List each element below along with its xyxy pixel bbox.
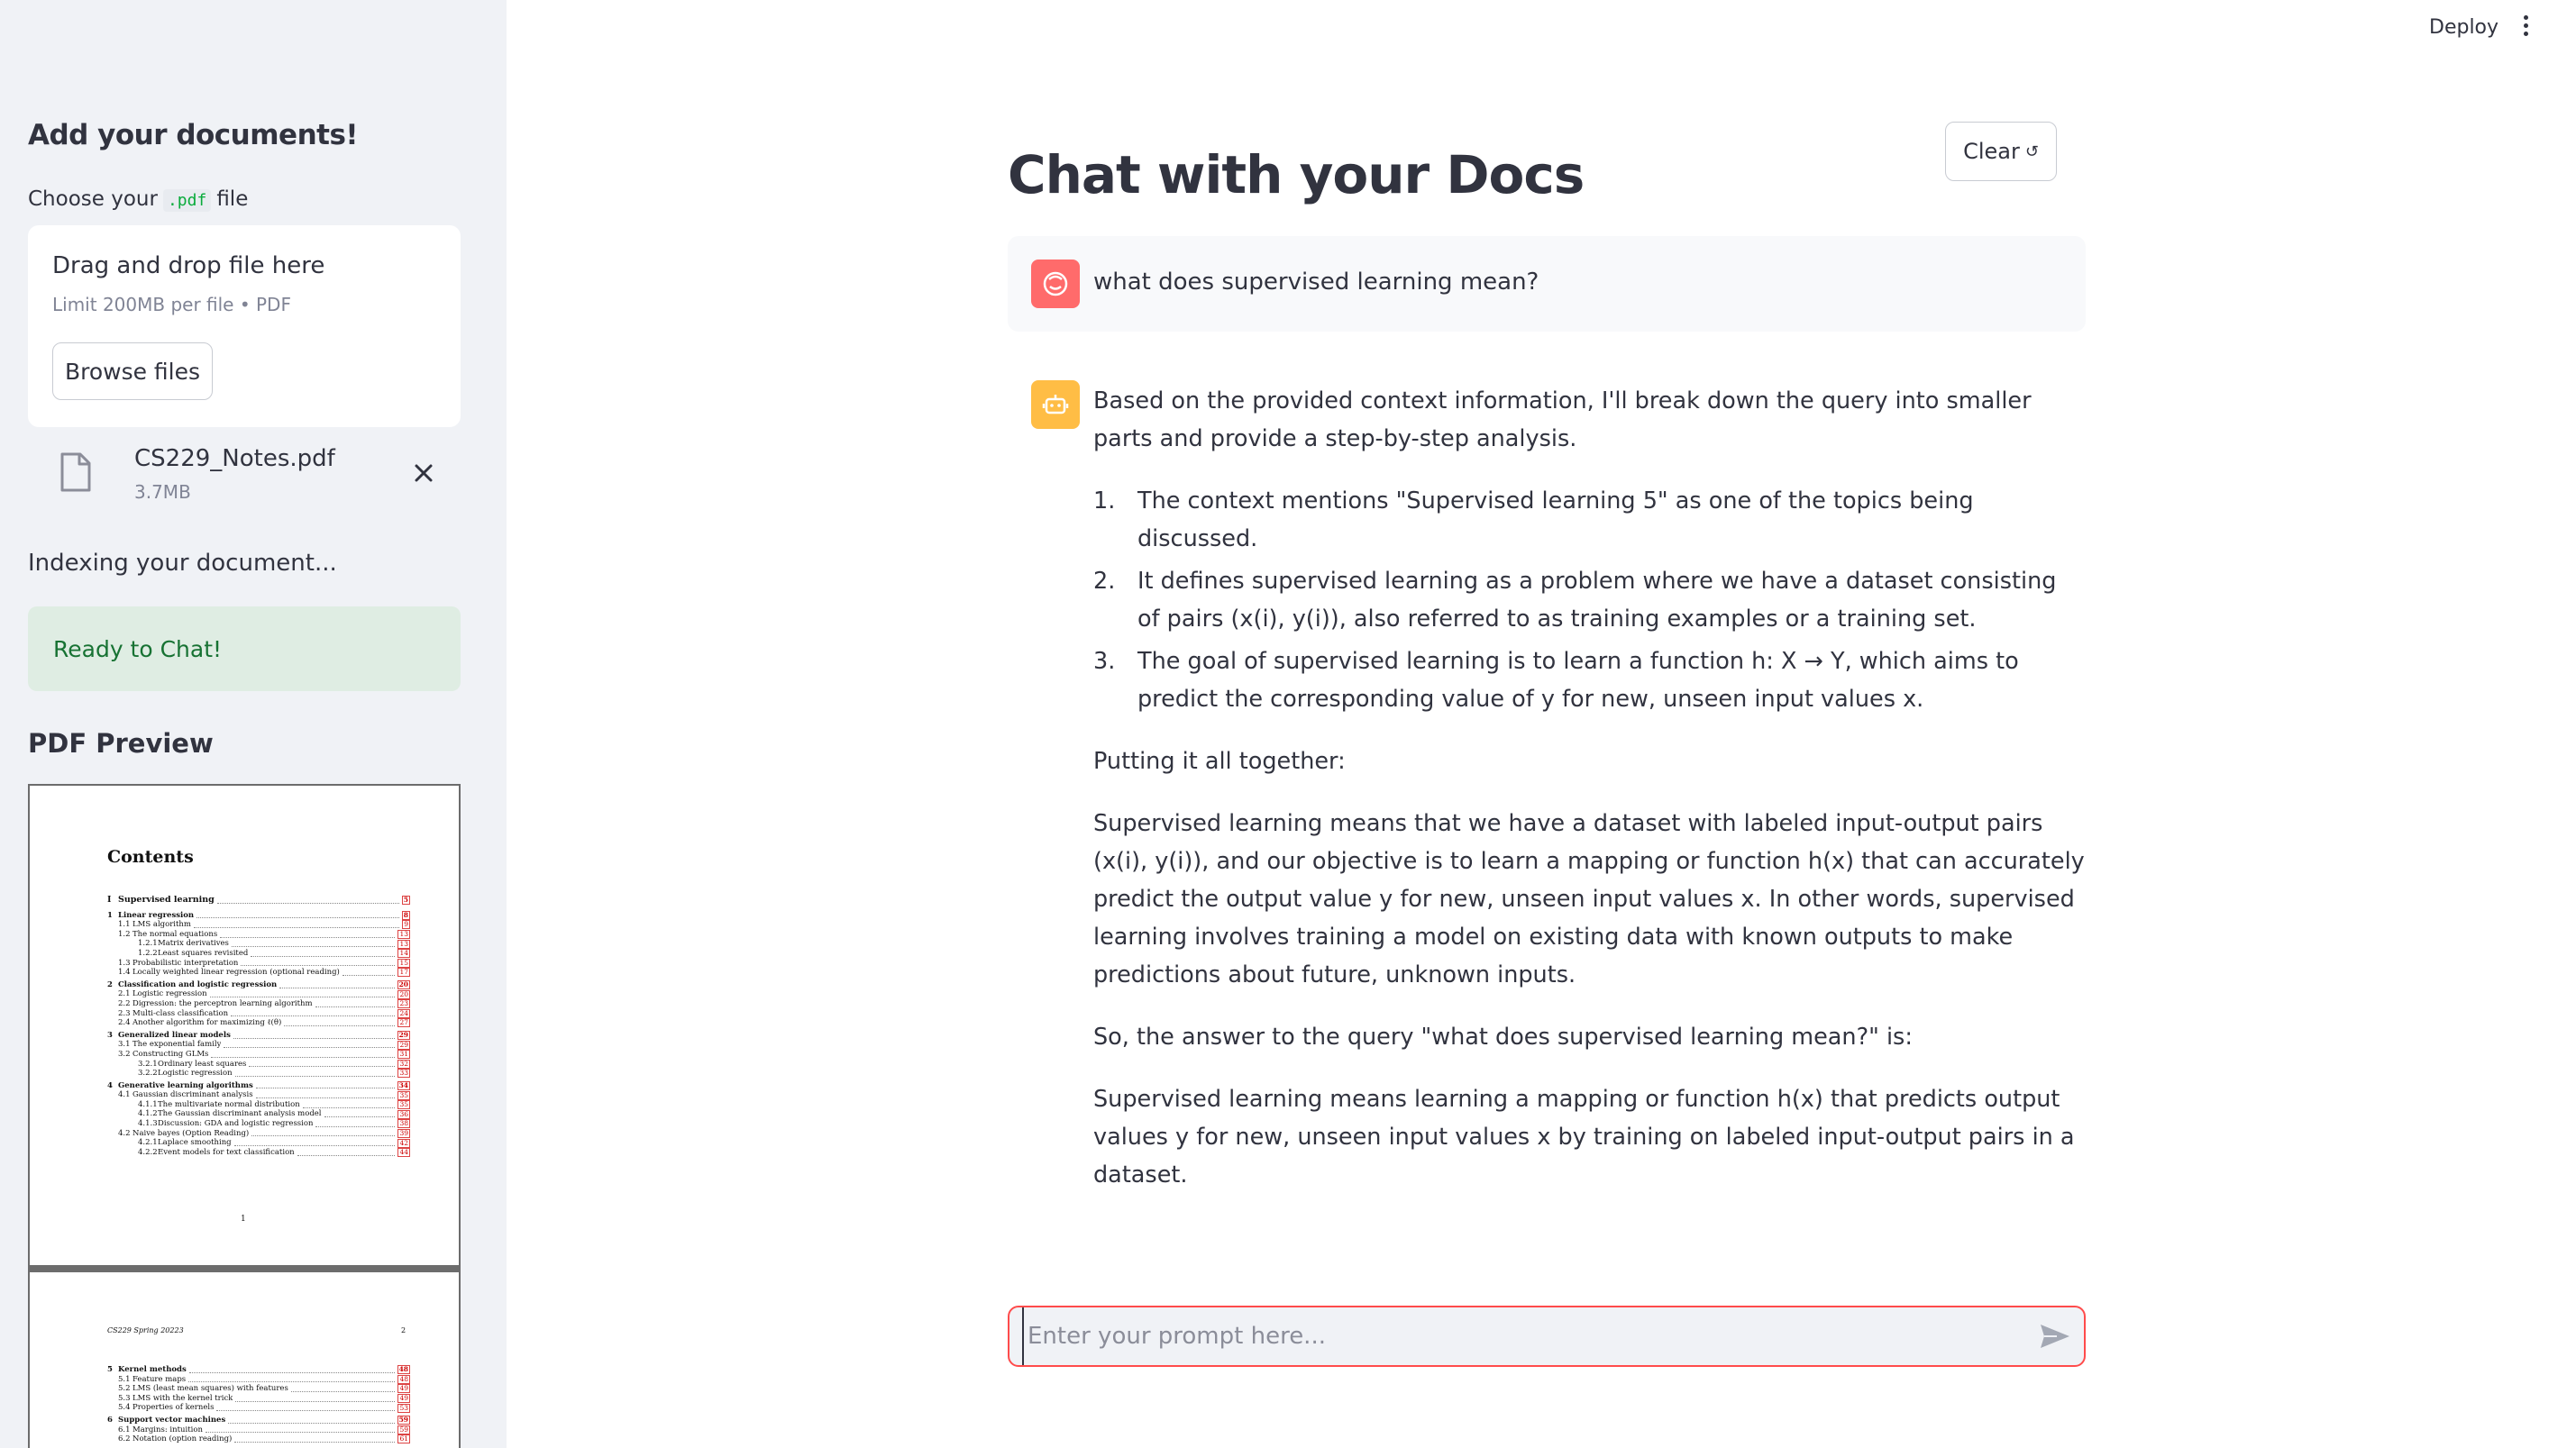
toc-entry: 1.1 LMS algorithm 9	[118, 920, 410, 930]
toc-entry: 6.1 Margins: intuition 59	[118, 1425, 410, 1434]
toc-entry: 3 Generalized linear models 29	[107, 1030, 410, 1041]
toc-entry: 5.3 LMS with the kernel trick 49	[118, 1393, 410, 1404]
uploaded-file-row: CS229_Notes.pdf 3.7MB	[28, 442, 461, 514]
toc-entry: I Supervised learning 5	[107, 895, 410, 906]
toc-entry: 1.4 Locally weighted linear regression (o…	[118, 968, 410, 978]
user-message: what does supervised learning mean?	[1008, 236, 2086, 332]
toc-entry: 2 Classification and logistic regression 2…	[107, 979, 410, 990]
ready-alert: Ready to Chat!	[28, 606, 461, 691]
toc-entry: 2.2 Digression: the perceptron learning a…	[118, 998, 410, 1009]
toc-entry: 4.1.1 The multivariate normal distributio…	[138, 1099, 410, 1110]
toc-entry: 2.1 Logistic regression 20	[118, 989, 410, 999]
indexing-status: Indexing your document...	[28, 550, 337, 577]
list-item: 3. The goal of supervised learning is to …	[1093, 648, 2019, 713]
send-icon[interactable]	[2039, 1322, 2071, 1351]
pdf-contents-heading: Contents	[107, 847, 194, 867]
file-dropzone[interactable]: Drag and drop file here Limit 200MB per …	[28, 225, 461, 427]
chat-input-container	[1008, 1306, 2086, 1367]
file-extension-code: .pdf	[162, 189, 212, 212]
close-icon[interactable]	[410, 460, 437, 487]
clear-label: Clear	[1963, 139, 2020, 164]
toc-entry: 4.2 Naive bayes (Option Reading) 39	[118, 1128, 410, 1138]
assistant-steps-list: 1. The context mentions "Supervised learn…	[1093, 482, 2085, 718]
toc-entry: 1.3 Probabilistic interpretation 15	[118, 958, 410, 968]
toc-entry: 6 Support vector machines 59	[107, 1415, 410, 1425]
assistant-message: Based on the provided context informatio…	[1093, 382, 2085, 1218]
assistant-paragraph: So, the answer to the query "what does s…	[1093, 1024, 1913, 1051]
toc-entry: 3.2.2 Logistic regression 33	[138, 1069, 410, 1079]
choose-prefix: Choose your	[28, 187, 158, 211]
deploy-button[interactable]: Deploy	[2429, 16, 2498, 39]
toc-entry: 4.2.1 Laplace smoothing 42	[138, 1138, 410, 1148]
toc-entry: 5.2 LMS (least mean squares) with feature…	[118, 1384, 410, 1394]
refresh-icon: ↺	[2024, 141, 2039, 161]
toc-entry: 5 Kernel methods 48	[107, 1365, 410, 1375]
toc-entry: 4.2.2 Event models for text classificatio…	[138, 1147, 410, 1158]
pdf-page-number: 1	[241, 1215, 246, 1224]
toc-entry: 3.1 The exponential family 29	[118, 1040, 410, 1050]
pdf-running-header: CS229 Spring 20223	[107, 1326, 184, 1334]
user-message-text: what does supervised learning mean?	[1093, 269, 1539, 296]
toc-entry: 1.2 The normal equations 13	[118, 929, 410, 940]
sidebar: Add your documents! Choose your .pdf file …	[0, 0, 507, 1448]
browse-files-button[interactable]: Browse files	[52, 342, 213, 400]
uploaded-file-name: CS229_Notes.pdf	[134, 445, 335, 472]
list-item: 1. The context mentions "Supervised learn…	[1093, 487, 1974, 552]
pdf-toc: I Supervised learning 5 1 Linear regression 8…	[107, 892, 410, 1158]
toc-entry: 1.2.1 Matrix derivatives 13	[138, 939, 410, 949]
clear-button[interactable]: Clear ↺	[1945, 122, 2057, 181]
assistant-paragraph: Putting it all together:	[1093, 748, 1346, 775]
toc-entry: 1.2.2 Least squares revisited 14	[138, 948, 410, 959]
pdf-preview-title: PDF Preview	[28, 728, 214, 759]
toc-entry: 6.2 Notation (option reading) 61	[118, 1434, 410, 1444]
page-title: Chat with your Docs	[1008, 144, 1585, 205]
bot-avatar-icon	[1031, 380, 1080, 429]
toc-entry: 3.2 Constructing GLMs 31	[118, 1049, 410, 1060]
file-icon	[60, 452, 91, 492]
toc-entry: 4 Generative learning algorithms 34	[107, 1080, 410, 1090]
toc-entry: 4.1.3 Discussion: GDA and logistic regres…	[138, 1119, 410, 1129]
sidebar-title: Add your documents!	[28, 119, 359, 151]
chat-prompt-input[interactable]	[1022, 1307, 1996, 1365]
dropzone-limit: Limit 200MB per file • PDF	[52, 294, 291, 315]
toc-entry: 2.4 Another algorithm for maximizing ℓ(θ)…	[118, 1018, 410, 1028]
toc-entry: 1 Linear regression 8	[107, 910, 410, 920]
choose-suffix: file	[216, 187, 249, 211]
toc-entry: 5.4 Properties of kernels 53	[118, 1403, 410, 1413]
uploaded-file-size: 3.7MB	[134, 481, 191, 503]
dropzone-title: Drag and drop file here	[52, 252, 325, 279]
assistant-intro: Based on the provided context informatio…	[1093, 387, 2032, 452]
pdf-page-1[interactable]: Contents I Supervised learning 5 1 Linear re…	[28, 784, 461, 1267]
toc-entry: 3.2.1 Ordinary least squares 32	[138, 1059, 410, 1069]
toc-entry: 4.1.2 The Gaussian discriminant analysis …	[138, 1109, 410, 1119]
pdf-page-number: 2	[401, 1326, 406, 1334]
toc-entry: 2.3 Multi-class classification 24	[118, 1008, 410, 1018]
more-vertical-icon[interactable]	[2524, 15, 2531, 42]
user-avatar-icon	[1031, 260, 1080, 308]
file-type-label: Choose your .pdf file	[28, 187, 249, 212]
assistant-paragraph: Supervised learning means learning a map…	[1093, 1086, 2075, 1188]
pdf-toc: 5 Kernel methods 48 5.1 Feature maps 48 5.2 LMS…	[107, 1362, 410, 1444]
pdf-page-2[interactable]: CS229 Spring 20223 2 5 Kernel methods 48 5.…	[28, 1267, 461, 1448]
ready-text: Ready to Chat!	[53, 635, 223, 662]
toc-entry: 4.1 Gaussian discriminant analysis 35	[118, 1090, 410, 1100]
list-item: 2. It defines supervised learning as a pr…	[1093, 568, 2057, 633]
assistant-paragraph: Supervised learning means that we have a…	[1093, 810, 2085, 988]
toc-entry: 5.1 Feature maps 48	[118, 1374, 410, 1384]
